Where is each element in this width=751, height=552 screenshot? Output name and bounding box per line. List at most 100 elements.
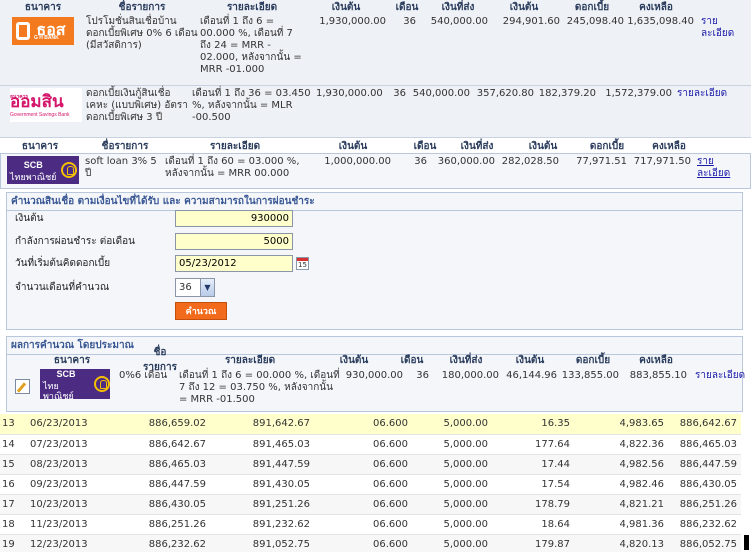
months-select[interactable]: 36 ▼ (175, 277, 215, 297)
payment-date: 12/23/2013 (26, 534, 110, 552)
months-label: จำนวนเดือนที่คำนวณ (15, 281, 110, 293)
product-name: 0%6 เดือน (119, 370, 168, 381)
interest-paid: 4,981.36 (574, 514, 668, 535)
payment-date: 07/23/2013 (26, 434, 110, 455)
begin-balance: 886,232.62 (110, 534, 210, 552)
result-row: SCB ไทยพาณิชย์ 0%6 เดือน เดือนที่ 1 ถึง … (7, 368, 748, 406)
payment: 5,000.00 (412, 514, 492, 535)
table-row: ธนาคาร ออมสิน Government Savings Bank ดอ… (0, 86, 751, 138)
result-panel: ผลการคำนวณ โดยประมาณ ธนาคาร ชื่อรายการ ร… (6, 336, 745, 412)
monthly-payment-input[interactable] (175, 232, 293, 250)
remaining-balance: 886,430.05 (668, 474, 741, 495)
principal: 1,000,000.00 (324, 156, 391, 167)
start-date-row: วันที่เริ่มต้นคิดดอกเบี้ย 15 (15, 254, 309, 272)
row-number: 17 (0, 494, 26, 515)
row-number: 13 (0, 414, 26, 435)
edit-icon[interactable] (15, 379, 30, 394)
bank-comparison-gh: ธนาคาร ชื่อรายการ รายละเอียด เงินต้น เดื… (0, 0, 751, 86)
principal-paid: 179.87 (492, 534, 574, 552)
calculate-button[interactable]: คำนวณ (175, 302, 227, 320)
row-number: 14 (0, 434, 26, 455)
payment: 180,000.00 (441, 370, 499, 381)
col-bank: ธนาคาร (24, 1, 62, 13)
calendar-icon[interactable]: 15 (296, 256, 309, 270)
interest-paid: 4,822.36 (574, 434, 668, 455)
table-row: 14 07/23/2013 886,642.67 891,465.03 06.600 5,… (0, 434, 741, 455)
payment: 5,000.00 (412, 474, 492, 495)
principal-paid: 16.35 (492, 414, 574, 435)
gh-bank-logo: ธอส G H BANK (12, 17, 74, 45)
scrollbar[interactable] (744, 535, 749, 550)
months-row: จำนวนเดือนที่คำนวณ 36 ▼ (15, 277, 215, 297)
table-row: 17 10/23/2013 886,430.05 891,251.26 06.600 5,… (0, 494, 741, 515)
bank-comparison-gsb: ธนาคาร ออมสิน Government Savings Bank ดอ… (0, 86, 751, 138)
table-row: SCB ไทยพาณิชย์ soft loan 3% 5 ปี เดือนที… (0, 153, 751, 189)
interest: 245,098.40 (566, 16, 624, 27)
principal-input[interactable] (175, 209, 293, 227)
table-header: ธนาคาร ชื่อรายการ รายละเอียด เงินต้น เดื… (0, 139, 751, 153)
interest-rate: 06.600 (314, 534, 412, 552)
col-paid-principal: เงินต้น (509, 1, 539, 13)
payment-label: กำลังการผ่อนชำระ ต่อเดือน (15, 235, 135, 247)
principal-row: เงินต้น (15, 209, 293, 227)
detail-link[interactable]: รายละเอียด (691, 154, 747, 180)
balance-with-interest: 891,232.62 (210, 514, 314, 535)
amortization-schedule: 13 06/23/2013 886,659.02 891,642.67 06.600 5,… (0, 414, 741, 552)
balance-with-interest: 891,465.03 (210, 434, 314, 455)
payment-date: 10/23/2013 (26, 494, 110, 515)
interest-rate: 06.600 (314, 434, 412, 455)
principal-label: เงินต้น (15, 212, 44, 224)
principal: 930,000.00 (345, 370, 403, 381)
payment: 540,000.00 (412, 88, 470, 99)
balance-with-interest: 891,447.59 (210, 454, 314, 475)
detail-link[interactable]: รายละเอียด (672, 86, 728, 100)
principal-paid: 17.54 (492, 474, 574, 495)
table-row: 18 11/23/2013 886,251.26 891,232.62 06.600 5,… (0, 514, 741, 535)
months: 36 (416, 370, 429, 381)
payment-date: 11/23/2013 (26, 514, 110, 535)
balance-with-interest: 891,251.26 (210, 494, 314, 515)
principal-paid: 178.79 (492, 494, 574, 515)
payment-date: 06/23/2013 (26, 414, 110, 435)
detail-link[interactable]: รายละเอียด (687, 368, 747, 382)
interest-rate: 06.600 (314, 454, 412, 475)
remaining: 1,635,098.40 (627, 16, 694, 27)
interest-rate: 06.600 (314, 414, 412, 435)
gsb-logo: ธนาคาร ออมสิน Government Savings Bank (10, 88, 82, 122)
product-name: ดอกเบี้ยเงินกู้สินเชื่อเคหะ (แบบพิเศษ) อ… (86, 88, 188, 123)
remaining: 883,855.10 (629, 370, 687, 381)
row-number: 19 (0, 534, 26, 552)
payment: 5,000.00 (412, 434, 492, 455)
interest-rate: 06.600 (314, 514, 412, 535)
col-detail: รายละเอียด (226, 1, 278, 13)
chevron-down-icon[interactable]: ▼ (200, 278, 214, 296)
interest-paid: 4,982.56 (574, 454, 668, 475)
row-number: 18 (0, 514, 26, 535)
col-principal: เงินต้น (331, 1, 361, 13)
months: 36 (393, 88, 406, 99)
detail-link[interactable]: รายละเอียด (694, 14, 746, 40)
principal-paid: 17.44 (492, 454, 574, 475)
months: 36 (414, 156, 427, 167)
paid-principal: 282,028.50 (501, 156, 559, 167)
gh-bank-mark-icon (16, 22, 30, 40)
table-row: ธอส G H BANK โปรโมชั่นสินเชื่อบ้าน ดอกเบ… (0, 14, 751, 86)
begin-balance: 886,447.59 (110, 474, 210, 495)
balance-with-interest: 891,052.75 (210, 534, 314, 552)
months: 36 (403, 16, 416, 27)
col-remaining: คงเหลือ (639, 1, 673, 13)
start-date-label: วันที่เริ่มต้นคิดดอกเบี้ย (15, 257, 111, 269)
interest-paid: 4,982.46 (574, 474, 668, 495)
principal-paid: 177.64 (492, 434, 574, 455)
result-table-header: ธนาคาร ชื่อรายการ รายละเอียด เงินต้น เดื… (53, 347, 673, 373)
interest-rate: 06.600 (314, 494, 412, 515)
paid-principal: 294,901.60 (502, 16, 560, 27)
interest-rate: 06.600 (314, 474, 412, 495)
remaining-balance: 886,232.62 (668, 514, 741, 535)
col-months: เดือน (395, 1, 419, 13)
row-number: 16 (0, 474, 26, 495)
principal-paid: 18.64 (492, 514, 574, 535)
scb-emblem-icon (94, 376, 110, 392)
paid-principal: 357,620.80 (476, 88, 534, 99)
start-date-input[interactable] (175, 254, 293, 272)
